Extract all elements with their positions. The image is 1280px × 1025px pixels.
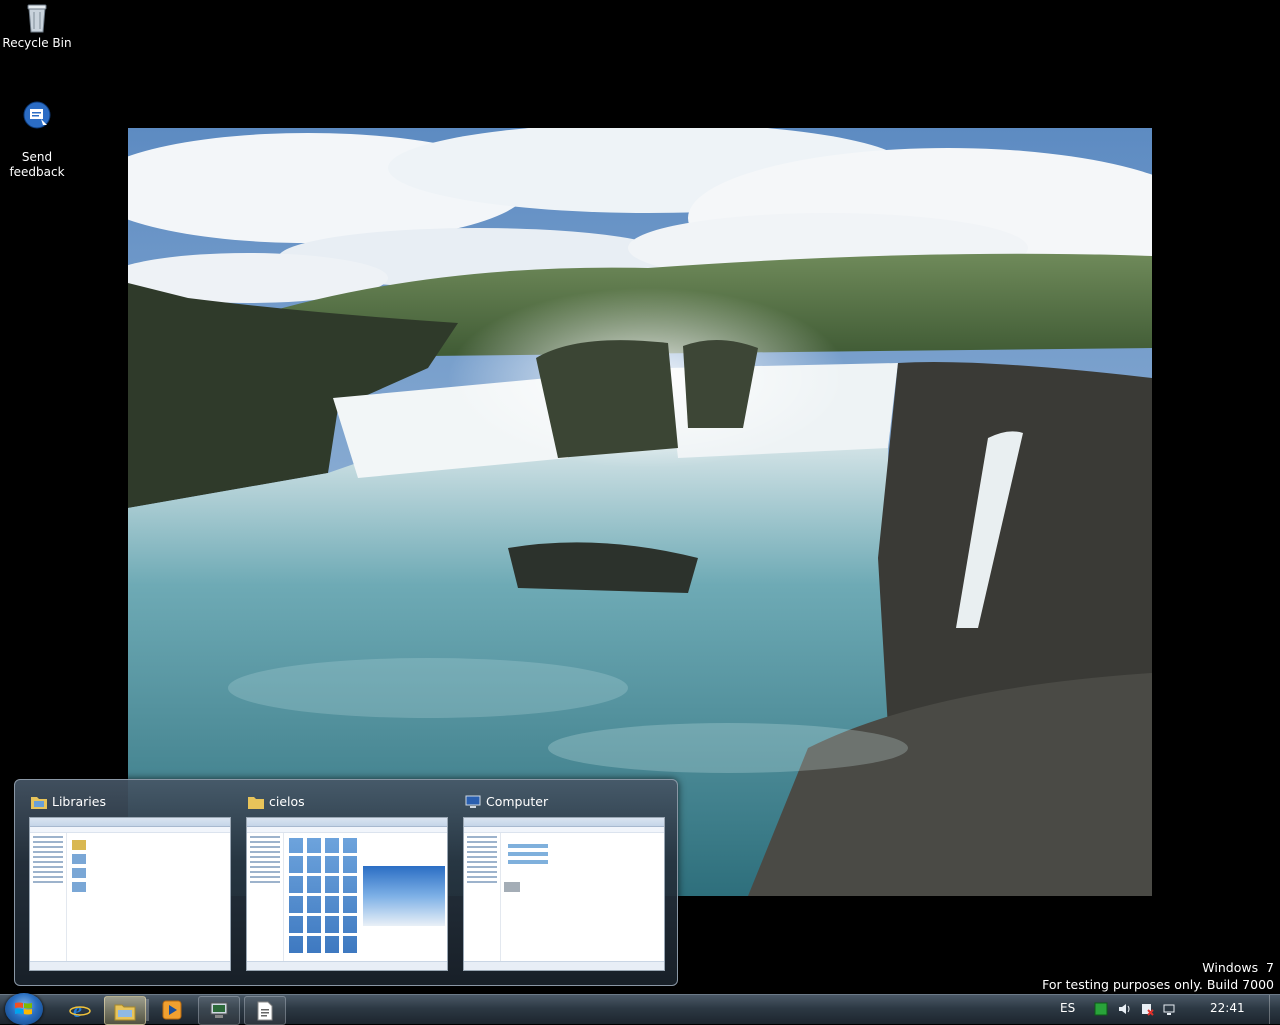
folder-icon: [248, 796, 264, 809]
taskbar-thumbnail-flyout: Libraries cielos Computer: [14, 779, 678, 986]
thumbnail-libraries[interactable]: Libraries: [15, 780, 231, 980]
window-preview-computer: [463, 817, 665, 971]
desktop-icon-recycle-bin[interactable]: Recycle Bin: [0, 2, 74, 51]
taskbar-button-windows-explorer[interactable]: [104, 996, 146, 1025]
taskbar-button-media-player[interactable]: [152, 996, 192, 1023]
start-button[interactable]: [5, 993, 43, 1025]
taskbar-separator: [146, 999, 149, 1021]
language-indicator[interactable]: ES: [1060, 1001, 1075, 1015]
recycle-bin-label: Recycle Bin: [2, 36, 72, 50]
thumbnail-title-computer: Computer: [465, 794, 548, 809]
ie-icon: e: [69, 1000, 91, 1021]
network-icon[interactable]: [1162, 1002, 1176, 1016]
document-icon: [257, 1001, 273, 1020]
thumbnail-cielos[interactable]: cielos: [232, 780, 448, 980]
watermark-line-2: For testing purposes only. Build 7000: [1042, 977, 1274, 992]
clock[interactable]: 22:41: [1210, 1001, 1245, 1015]
recycle-bin-icon: [27, 4, 47, 33]
send-feedback-label: Send feedback: [9, 150, 65, 179]
power-warning-icon[interactable]: [1140, 1002, 1154, 1016]
media-player-icon: [162, 1000, 182, 1019]
window-preview-libraries: [29, 817, 231, 971]
taskbar: e ES 22:41: [0, 993, 1280, 1025]
thumbnail-title-cielos: cielos: [248, 794, 305, 809]
system-tray: ES 22:41: [1040, 995, 1280, 1024]
send-feedback-icon: [23, 101, 51, 129]
taskbar-button-remote-desktop[interactable]: [198, 996, 240, 1025]
remote-desktop-icon: [210, 1002, 228, 1018]
thumbnail-title-libraries: Libraries: [31, 794, 106, 809]
windows-watermark: Windows 7 For testing purposes only. Bui…: [1042, 959, 1274, 993]
thumbnail-computer[interactable]: Computer: [449, 780, 665, 980]
window-preview-cielos: [246, 817, 448, 971]
taskbar-button-internet-explorer[interactable]: e: [60, 996, 100, 1023]
svg-text:e: e: [73, 1000, 82, 1021]
windows-logo-icon: [15, 1002, 32, 1015]
volume-icon[interactable]: [1118, 1002, 1132, 1016]
computer-icon: [465, 795, 481, 808]
explorer-icon: [114, 1004, 136, 1020]
action-center-icon[interactable]: [1094, 1002, 1108, 1016]
watermark-line-1: Windows 7: [1202, 960, 1274, 975]
library-folder-icon: [31, 796, 47, 809]
desktop-icon-send-feedback[interactable]: Send feedback: [0, 86, 74, 180]
taskbar-button-document[interactable]: [244, 996, 286, 1025]
show-desktop-button[interactable]: [1269, 995, 1280, 1024]
